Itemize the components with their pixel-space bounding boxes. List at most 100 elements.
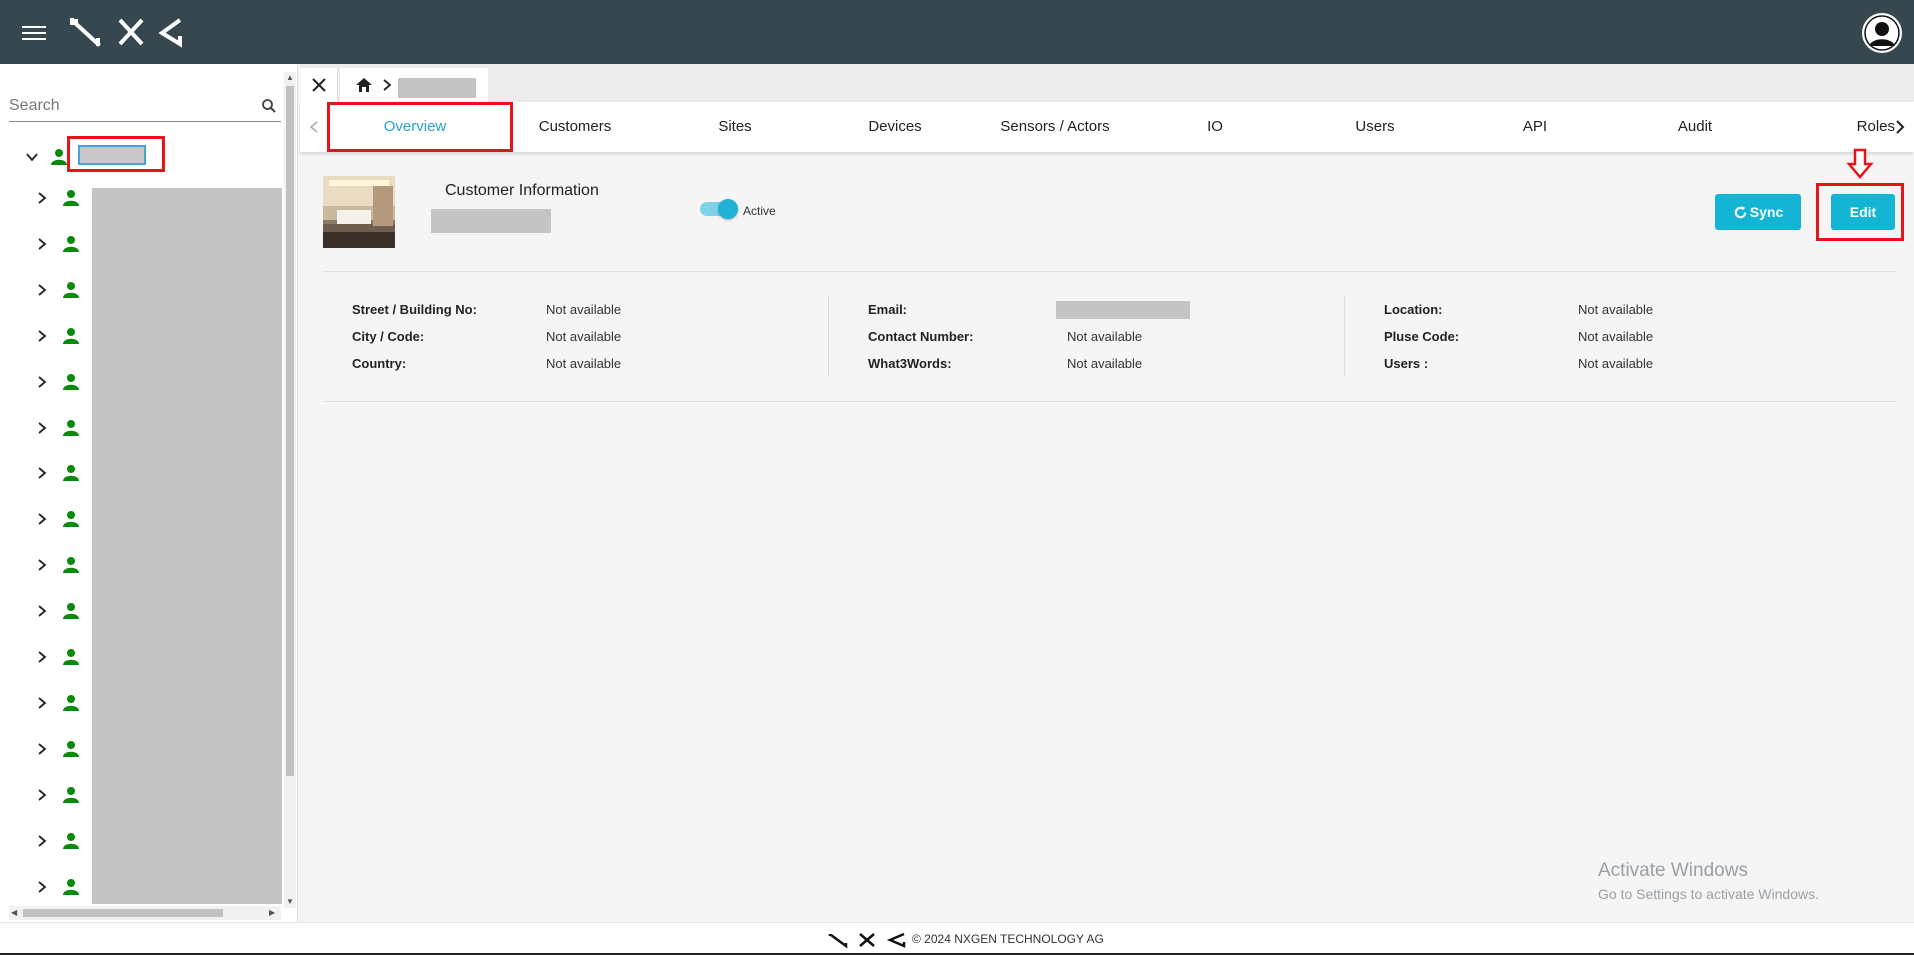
tree-item[interactable] bbox=[30, 872, 90, 902]
scroll-left-icon[interactable]: ◀ bbox=[11, 909, 19, 917]
chevron-right-icon[interactable] bbox=[35, 283, 49, 297]
scrollbar-thumb[interactable] bbox=[23, 909, 223, 917]
person-icon bbox=[63, 327, 79, 344]
tabs-scroll-left-icon[interactable] bbox=[300, 102, 328, 152]
tab-customers[interactable]: Customers bbox=[495, 102, 655, 152]
person-icon bbox=[63, 190, 79, 206]
info-value: Not available bbox=[546, 356, 622, 371]
tree-item[interactable] bbox=[30, 734, 90, 764]
chevron-right-icon[interactable] bbox=[35, 604, 49, 618]
tab-users[interactable]: Users bbox=[1295, 102, 1455, 152]
tree-root-item[interactable] bbox=[22, 136, 282, 172]
toggle-knob[interactable] bbox=[718, 199, 738, 219]
info-value: Not available bbox=[1578, 302, 1654, 317]
active-status-toggle[interactable] bbox=[700, 199, 738, 219]
info-label: Pluse Code: bbox=[1384, 329, 1460, 344]
info-label: What3Words: bbox=[868, 356, 952, 371]
person-icon bbox=[63, 832, 79, 849]
person-icon bbox=[63, 511, 79, 528]
info-value: Not available bbox=[1578, 356, 1654, 371]
tab-roles[interactable]: Roles bbox=[1775, 102, 1895, 152]
info-row: Location: Not available bbox=[1384, 302, 1844, 322]
person-icon bbox=[63, 694, 79, 711]
info-row: Country: Not available bbox=[352, 356, 812, 376]
chevron-right-icon[interactable] bbox=[35, 191, 49, 205]
tabs-scroll-right-icon[interactable] bbox=[1886, 102, 1914, 152]
sidebar-horizontal-scrollbar[interactable]: ◀ ▶ bbox=[9, 906, 281, 920]
user-avatar-icon[interactable] bbox=[1862, 13, 1902, 53]
nxg-logo[interactable] bbox=[70, 16, 185, 48]
nav-tabs: Overview Customers Sites Devices Sensors / A… bbox=[300, 102, 1914, 152]
tree-item[interactable] bbox=[30, 183, 90, 213]
tree-item[interactable] bbox=[30, 688, 90, 718]
person-icon bbox=[63, 786, 79, 803]
chevron-down-icon[interactable] bbox=[25, 150, 39, 164]
tab-sensors-actors[interactable]: Sensors / Actors bbox=[975, 102, 1135, 152]
tree-item[interactable] bbox=[30, 413, 90, 443]
tree-item[interactable] bbox=[30, 596, 90, 626]
tree-item[interactable] bbox=[30, 504, 90, 534]
redacted-customer-name[interactable] bbox=[78, 145, 146, 165]
chevron-right-icon[interactable] bbox=[35, 466, 49, 480]
tree-item[interactable] bbox=[30, 826, 90, 856]
chevron-right-icon[interactable] bbox=[35, 512, 49, 526]
tree-item[interactable] bbox=[30, 550, 90, 580]
info-value: Not available bbox=[1067, 356, 1143, 371]
chevron-right-icon[interactable] bbox=[35, 558, 49, 572]
chevron-right-icon[interactable] bbox=[35, 421, 49, 435]
person-icon bbox=[63, 465, 79, 482]
column-divider bbox=[828, 296, 829, 376]
tree-item[interactable] bbox=[30, 458, 90, 488]
chevron-right-icon[interactable] bbox=[35, 375, 49, 389]
watermark-title: Activate Windows bbox=[1598, 860, 1748, 881]
nxg-footer-logo bbox=[828, 932, 906, 949]
close-tab-button[interactable] bbox=[300, 68, 338, 102]
tree-item[interactable] bbox=[30, 367, 90, 397]
tree-item[interactable] bbox=[30, 642, 90, 672]
tab-sites[interactable]: Sites bbox=[655, 102, 815, 152]
sync-button[interactable]: Sync bbox=[1715, 194, 1801, 230]
chevron-right-icon[interactable] bbox=[35, 880, 49, 894]
info-label: Contact Number: bbox=[868, 329, 974, 344]
chevron-right-icon bbox=[383, 79, 392, 91]
hamburger-menu-icon[interactable] bbox=[22, 22, 46, 42]
search-icon[interactable] bbox=[261, 98, 277, 114]
tree-item[interactable] bbox=[30, 321, 90, 351]
home-icon[interactable] bbox=[356, 78, 372, 92]
tab-io[interactable]: IO bbox=[1135, 102, 1295, 152]
info-label: Email: bbox=[868, 302, 908, 317]
person-icon bbox=[63, 740, 79, 757]
person-icon bbox=[51, 149, 67, 165]
customer-overview-card: Customer Information Active Sync Edit St… bbox=[323, 172, 1895, 404]
scroll-down-icon[interactable]: ▼ bbox=[286, 898, 294, 906]
chevron-right-icon[interactable] bbox=[35, 650, 49, 664]
chevron-right-icon[interactable] bbox=[35, 237, 49, 251]
arrow-down-annotation-icon bbox=[1846, 148, 1874, 179]
tab-overview[interactable]: Overview bbox=[335, 102, 495, 152]
search-input[interactable] bbox=[9, 92, 249, 120]
sidebar: ▲ ▼ ◀ ▶ bbox=[0, 64, 298, 924]
person-icon bbox=[63, 557, 79, 574]
chevron-right-icon[interactable] bbox=[35, 329, 49, 343]
scrollbar-thumb[interactable] bbox=[286, 86, 294, 776]
chevron-right-icon[interactable] bbox=[35, 788, 49, 802]
chevron-right-icon[interactable] bbox=[35, 834, 49, 848]
tree-item[interactable] bbox=[30, 780, 90, 810]
sidebar-vertical-scrollbar[interactable]: ▲ ▼ bbox=[284, 72, 296, 908]
chevron-right-icon[interactable] bbox=[35, 742, 49, 756]
info-value: Not available bbox=[546, 302, 622, 317]
scroll-right-icon[interactable]: ▶ bbox=[269, 909, 277, 917]
watermark-subtitle: Go to Settings to activate Windows. bbox=[1598, 886, 1819, 902]
person-icon bbox=[63, 878, 79, 895]
info-label: City / Code: bbox=[352, 329, 425, 344]
tree-item[interactable] bbox=[30, 229, 90, 259]
redacted-breadcrumb-item[interactable] bbox=[398, 78, 476, 98]
chevron-right-icon[interactable] bbox=[35, 696, 49, 710]
edit-button[interactable]: Edit bbox=[1831, 194, 1895, 230]
tree-item[interactable] bbox=[30, 275, 90, 305]
scroll-up-icon[interactable]: ▲ bbox=[286, 74, 294, 82]
tab-audit[interactable]: Audit bbox=[1615, 102, 1775, 152]
divider bbox=[323, 271, 1895, 272]
tab-api[interactable]: API bbox=[1455, 102, 1615, 152]
tab-devices[interactable]: Devices bbox=[815, 102, 975, 152]
